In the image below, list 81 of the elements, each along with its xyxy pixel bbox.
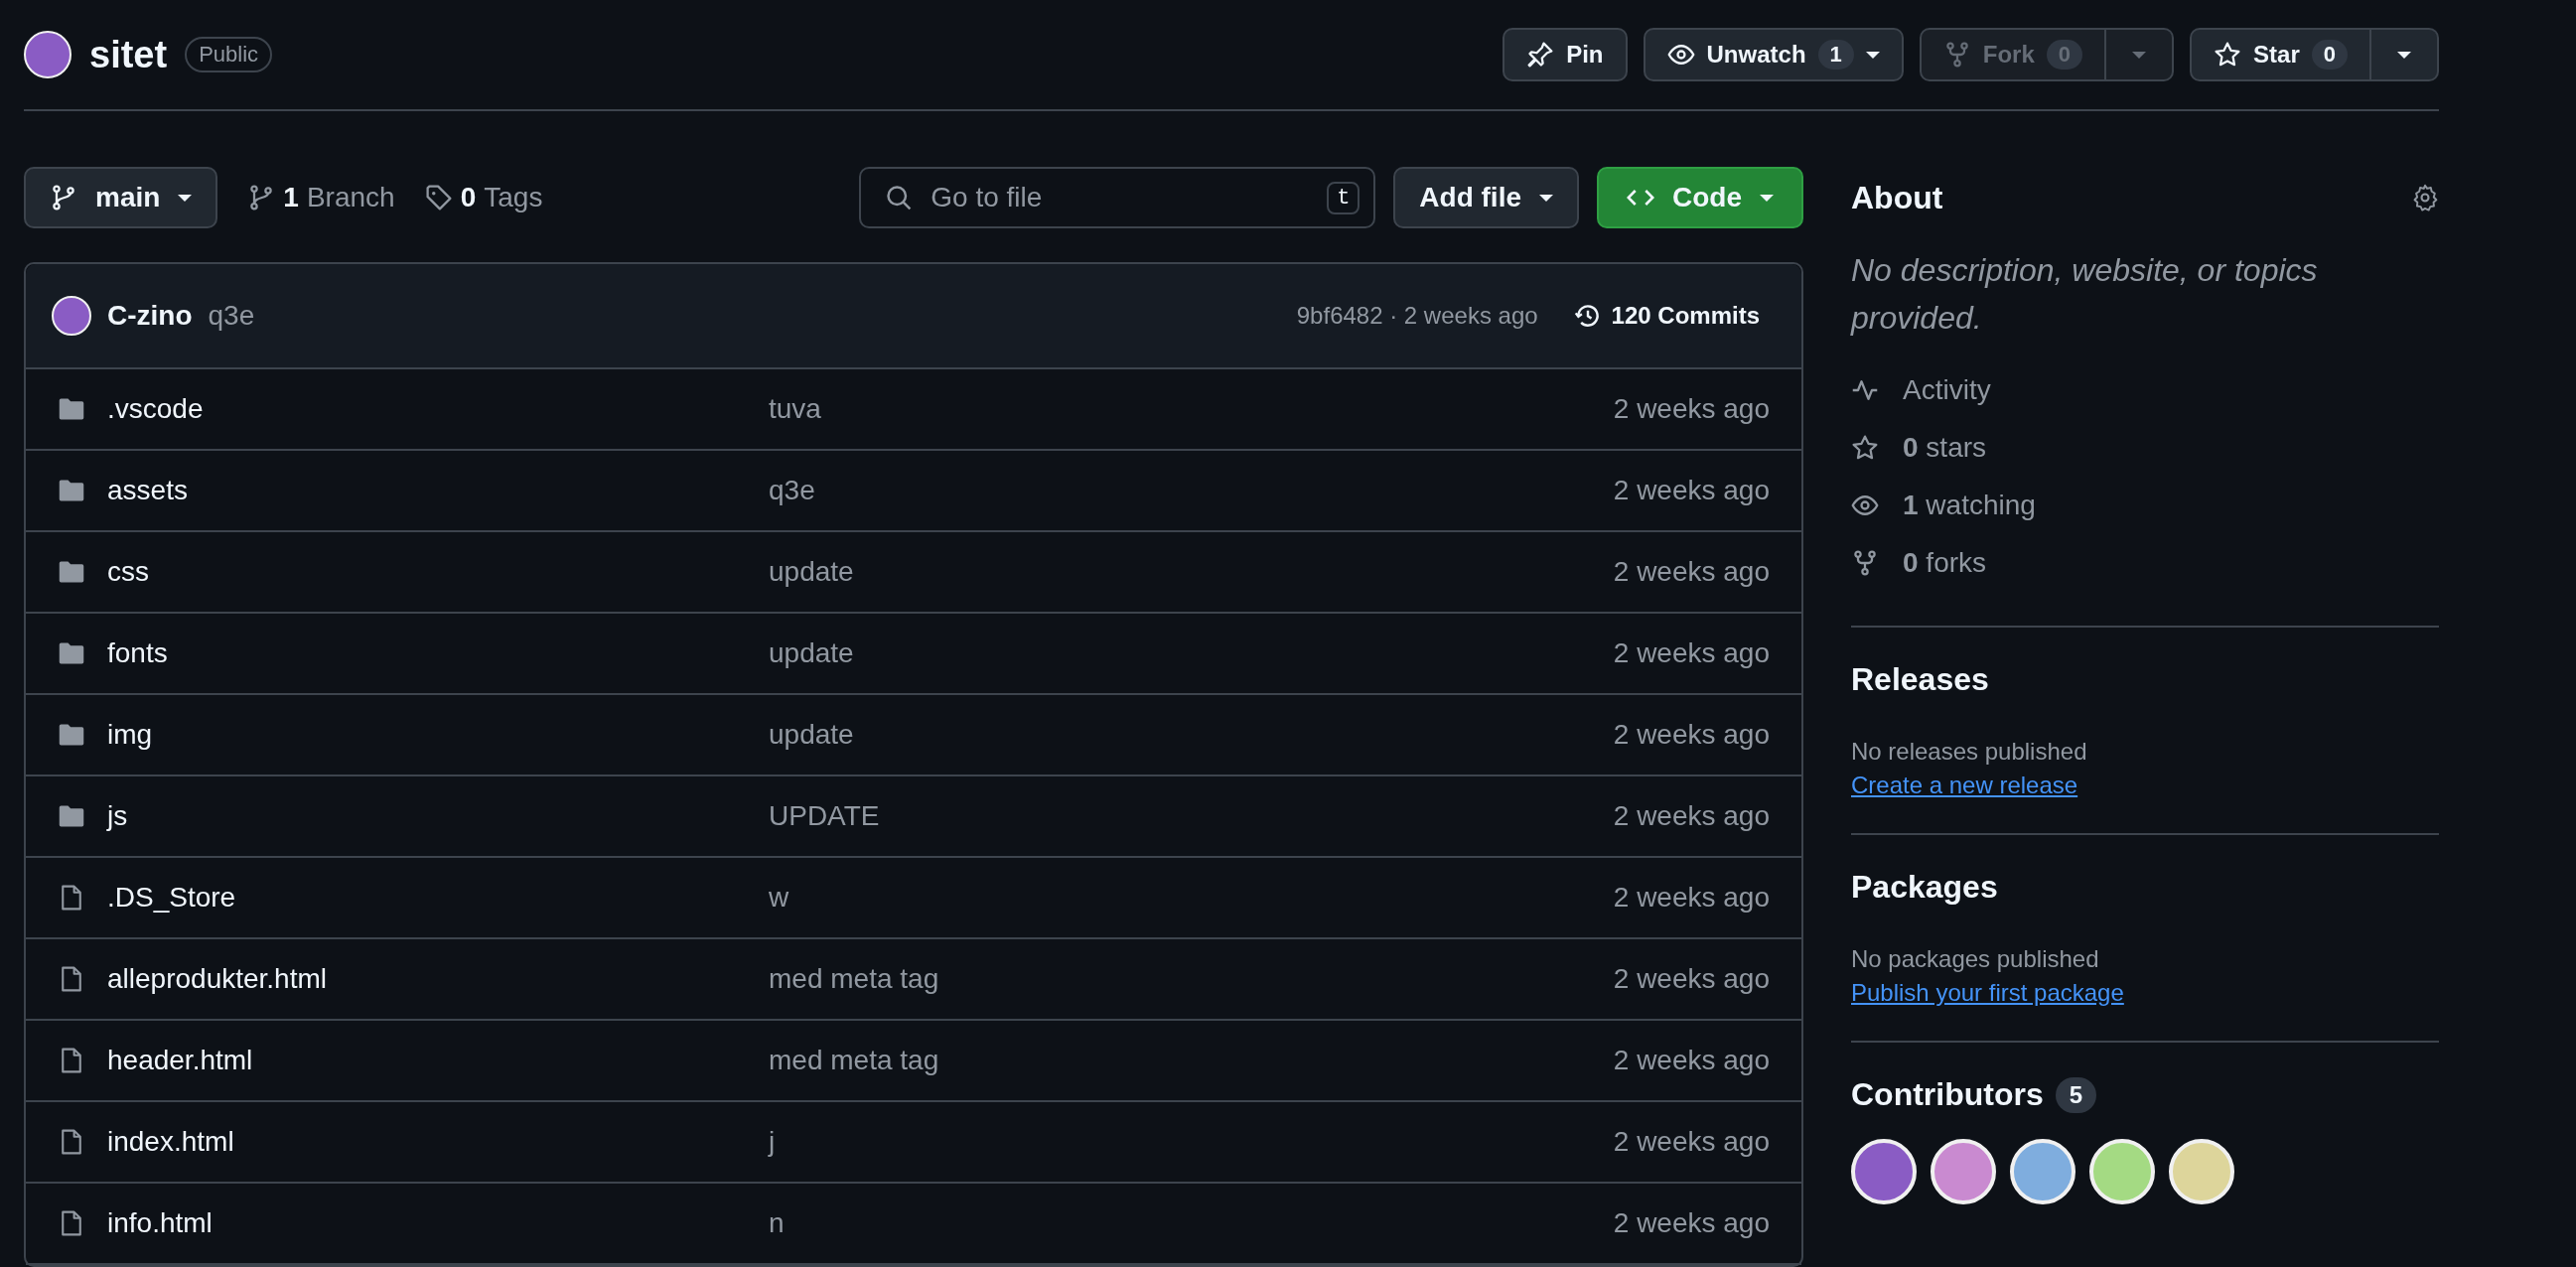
commit-message[interactable]: q3e xyxy=(208,300,255,332)
repo-name[interactable]: sitet xyxy=(89,33,168,76)
commit-time: 2 weeks ago xyxy=(1613,963,1770,995)
commit-message[interactable]: med meta tag xyxy=(769,963,1614,995)
commit-message[interactable]: update xyxy=(769,637,1614,669)
commit-time: 2 weeks ago xyxy=(1613,393,1770,425)
about-heading: About xyxy=(1851,179,1943,216)
repo-stat-link[interactable]: 0 forks xyxy=(1851,534,1987,592)
file-name[interactable]: img xyxy=(107,719,769,751)
commit-time: 2 weeks ago xyxy=(1613,1045,1770,1076)
file-name[interactable]: js xyxy=(107,800,769,832)
file-name[interactable]: index.html xyxy=(107,1126,769,1158)
publish-package-link[interactable]: Publish your first package xyxy=(1851,979,2124,1007)
fork-icon xyxy=(1851,549,1879,577)
file-name[interactable]: alleprodukter.html xyxy=(107,963,769,995)
search-icon xyxy=(885,184,914,211)
branches-link[interactable]: 1 Branch xyxy=(247,182,395,213)
file-name[interactable]: css xyxy=(107,556,769,588)
file-name[interactable]: assets xyxy=(107,475,769,506)
create-release-link[interactable]: Create a new release xyxy=(1851,772,2078,799)
contributors-count: 5 xyxy=(2055,1076,2097,1113)
packages-note: No packages published xyxy=(1851,945,2099,973)
commit-time: 2 weeks ago xyxy=(1613,882,1770,914)
commit-time: 2 weeks ago xyxy=(1613,475,1770,506)
repo-stat-link[interactable]: 1 watching xyxy=(1851,477,2036,534)
commit-message[interactable]: q3e xyxy=(769,475,1614,506)
commits-link[interactable]: 120 Commits xyxy=(1573,302,1760,330)
commit-message[interactable]: n xyxy=(769,1207,1614,1239)
file-name[interactable]: info.html xyxy=(107,1207,769,1239)
commit-message[interactable]: w xyxy=(769,882,1614,914)
branch-icon xyxy=(50,184,77,211)
releases-heading: Releases xyxy=(1851,661,1989,698)
commit-message[interactable]: tuva xyxy=(769,393,1614,425)
caret-icon xyxy=(2132,51,2147,59)
star-icon xyxy=(1851,434,1879,462)
commit-time: 2 weeks ago xyxy=(1613,800,1770,832)
pin-icon xyxy=(1526,41,1555,69)
branch-selector[interactable]: main xyxy=(24,167,218,228)
search-input[interactable]: Go to file xyxy=(929,181,1312,214)
file-name[interactable]: .DS_Store xyxy=(107,882,769,914)
caret-icon xyxy=(178,194,193,202)
tag-icon xyxy=(424,184,453,211)
visibility-label: Public xyxy=(185,37,273,72)
repo-action-button[interactable]: Star 0 xyxy=(2190,28,2371,81)
repo-action-button[interactable]: Unwatch 1 xyxy=(1643,28,1904,81)
releases-note: No releases published xyxy=(1851,738,2087,766)
code-button[interactable]: Code xyxy=(1597,167,1803,228)
commit-time: 2 weeks ago xyxy=(1613,719,1770,751)
commit-time: 2 weeks ago xyxy=(1613,1207,1770,1239)
repo-action-button[interactable]: Pin xyxy=(1503,28,1628,81)
caret-icon xyxy=(1760,194,1774,202)
commit-time: 2 weeks ago xyxy=(1613,637,1770,669)
repo-avatar xyxy=(24,31,72,78)
commit-message[interactable]: update xyxy=(769,719,1614,751)
add-file-button[interactable]: Add file xyxy=(1393,167,1579,228)
commit-time: 2 weeks ago xyxy=(1613,556,1770,588)
packages-heading: Packages xyxy=(1851,869,1998,906)
tags-link[interactable]: 0 Tags xyxy=(424,182,543,213)
commit-message[interactable]: j xyxy=(769,1126,1614,1158)
history-icon xyxy=(1573,302,1602,330)
caret-icon xyxy=(1865,51,1880,59)
repo-stat-link[interactable]: 0 stars xyxy=(1851,419,1987,477)
commit-message[interactable]: UPDATE xyxy=(769,800,1614,832)
file-name[interactable]: fonts xyxy=(107,637,769,669)
settings-icon[interactable] xyxy=(2411,184,2439,211)
contributors-heading: Contributors xyxy=(1851,1076,2044,1113)
commit-hash-time[interactable]: 9bf6482 · 2 weeks ago xyxy=(1296,302,1538,330)
repo-stat-link[interactable]: Activity xyxy=(1851,361,1991,419)
commit-time: 2 weeks ago xyxy=(1613,1126,1770,1158)
commit-author[interactable]: C-zino xyxy=(107,300,193,332)
commit-message[interactable]: med meta tag xyxy=(769,1045,1614,1076)
file-name[interactable]: header.html xyxy=(107,1045,769,1076)
search-field[interactable]: Go to file t xyxy=(859,167,1376,228)
star-icon xyxy=(2214,41,2242,69)
file-name[interactable]: .vscode xyxy=(107,393,769,425)
caret-icon xyxy=(1539,194,1553,202)
caret-icon xyxy=(2397,51,2411,59)
commit-message[interactable]: update xyxy=(769,556,1614,588)
shortcut-key: t xyxy=(1327,181,1360,214)
repo-description: No description, website, or topics provided. xyxy=(1851,251,2319,338)
user-avatar xyxy=(52,296,91,336)
